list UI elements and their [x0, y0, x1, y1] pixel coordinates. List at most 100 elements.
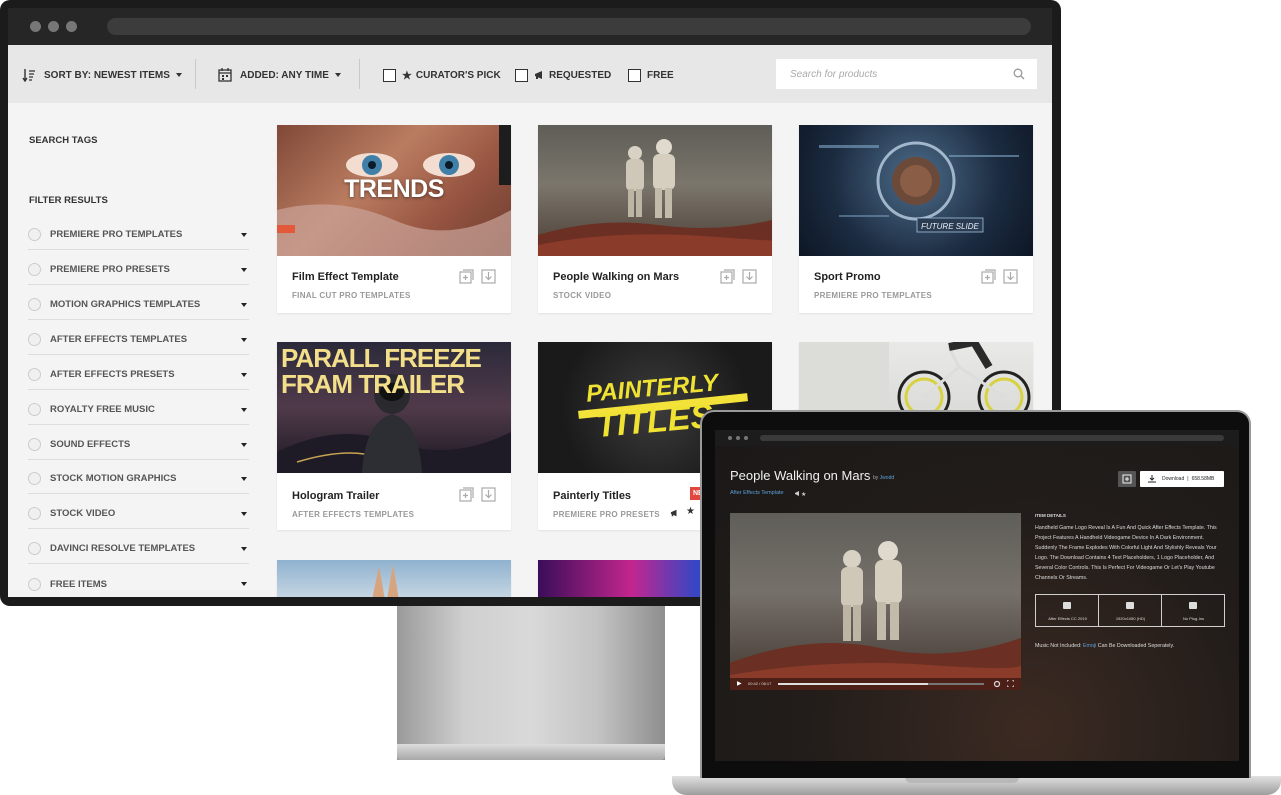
caret-down-icon[interactable] [241, 338, 247, 342]
radio-button[interactable] [28, 228, 41, 241]
window-close-dot[interactable] [728, 436, 732, 440]
video-progress-track[interactable] [778, 683, 984, 685]
play-icon[interactable]: ▶ [737, 680, 742, 687]
product-card-people-walking-mars[interactable]: People Walking on Mars STOCK VIDEO [538, 125, 772, 313]
download-icon[interactable] [481, 269, 496, 284]
add-to-collection-icon[interactable] [981, 269, 996, 284]
category-link[interactable]: After Effects Template [730, 490, 784, 496]
radio-button[interactable] [28, 507, 41, 520]
caret-down-icon[interactable] [241, 477, 247, 481]
caret-down-icon[interactable] [241, 443, 247, 447]
curators-pick-checkbox[interactable]: ★ CURATOR'S PICK [383, 67, 501, 83]
thumbnail-future-slide[interactable]: FUTURE SLIDE [799, 125, 1033, 256]
product-card-hologram-trailer[interactable]: PARALL FREEZE FRAM TRAILER Hologram Trai… [277, 342, 511, 530]
toolbar-divider [195, 59, 196, 89]
spec-software: After Effects CC 2019 [1036, 595, 1099, 626]
card-title[interactable]: People Walking on Mars [553, 271, 679, 283]
card-category[interactable]: PREMIERE PRO PRESETS [553, 510, 660, 519]
video-player[interactable]: ▶ 00:42 / 06:17 [730, 513, 1021, 690]
card-category[interactable]: FINAL CUT PRO TEMPLATES [292, 291, 411, 300]
browser-url-bar[interactable] [107, 18, 1031, 35]
filter-premiere-pro-presets[interactable]: PREMIERE PRO PRESETS [28, 255, 249, 285]
caret-down-icon[interactable] [241, 408, 247, 412]
sort-icon [22, 69, 35, 82]
download-icon[interactable] [481, 487, 496, 502]
search-icon[interactable] [1013, 68, 1025, 80]
raised-hands-illustration [372, 564, 399, 597]
download-icon[interactable] [1003, 269, 1018, 284]
star-icon: ★ [402, 69, 412, 82]
checkbox-box[interactable] [515, 68, 528, 82]
add-to-collection-icon[interactable] [459, 269, 474, 284]
sort-dropdown[interactable]: SORT BY: NEWEST ITEMS [22, 67, 182, 83]
add-to-collection-icon[interactable] [459, 487, 474, 502]
caret-down-icon[interactable] [241, 233, 247, 237]
free-checkbox[interactable]: FREE [628, 67, 674, 83]
laptop-url-bar[interactable] [760, 435, 1224, 441]
filter-sound-effects[interactable]: SOUND EFFECTS [28, 430, 249, 460]
radio-button[interactable] [28, 577, 41, 591]
card-category[interactable]: AFTER EFFECTS TEMPLATES [292, 510, 414, 519]
add-to-collection-icon[interactable] [720, 269, 735, 284]
search-box [776, 59, 1037, 89]
checkbox-box[interactable] [628, 68, 641, 82]
checkbox-box[interactable] [383, 68, 396, 82]
radio-button[interactable] [28, 298, 41, 311]
filter-label: SOUND EFFECTS [50, 439, 131, 450]
product-card-film-effect[interactable]: TRENDS Film Effect Template FINAL CUT PR… [277, 125, 511, 313]
settings-icon[interactable] [993, 680, 1001, 688]
window-minimize-dot[interactable] [736, 436, 740, 440]
music-suffix: Can Be Downloaded Seperately. [1097, 643, 1175, 649]
thumbnail-parallax-freeze[interactable]: PARALL FREEZE FRAM TRAILER [277, 342, 511, 473]
filter-free-items[interactable]: FREE ITEMS [28, 569, 249, 597]
thumbnail-trends[interactable]: TRENDS [277, 125, 511, 256]
caret-down-icon[interactable] [241, 547, 247, 551]
add-to-collection-button[interactable] [1118, 471, 1136, 487]
radio-button[interactable] [28, 438, 41, 451]
window-maximize-dot[interactable] [66, 21, 77, 32]
thumbnail-raised-hands[interactable] [277, 560, 511, 597]
product-card-row3-first[interactable] [277, 560, 511, 597]
card-category[interactable]: PREMIERE PRO TEMPLATES [814, 291, 932, 300]
download-icon[interactable] [742, 269, 757, 284]
radio-button[interactable] [28, 333, 41, 346]
download-divider: | [1187, 476, 1189, 482]
radio-button[interactable] [28, 472, 41, 485]
filter-after-effects-presets[interactable]: AFTER EFFECTS PRESETS [28, 360, 249, 390]
download-button[interactable]: Download | 658.58MB [1140, 471, 1224, 487]
window-maximize-dot[interactable] [744, 436, 748, 440]
caret-down-icon[interactable] [241, 303, 247, 307]
card-title[interactable]: Hologram Trailer [292, 490, 379, 502]
thumbnail-astronauts[interactable] [538, 125, 772, 256]
radio-button[interactable] [28, 403, 41, 416]
video-time: 00:42 / 06:17 [748, 681, 772, 686]
fullscreen-icon[interactable] [1007, 680, 1014, 687]
window-minimize-dot[interactable] [48, 21, 59, 32]
card-title[interactable]: Painterly Titles [553, 490, 631, 502]
caret-down-icon[interactable] [241, 373, 247, 377]
download-icon [1148, 475, 1156, 483]
card-category[interactable]: STOCK VIDEO [553, 291, 611, 300]
filter-stock-video[interactable]: STOCK VIDEO [28, 499, 249, 529]
author-link[interactable]: Jwodd [880, 475, 894, 481]
caret-down-icon[interactable] [241, 582, 247, 586]
added-time-dropdown[interactable]: ADDED: ANY TIME [218, 67, 341, 83]
search-input[interactable] [776, 59, 1006, 89]
card-title[interactable]: Sport Promo [814, 271, 881, 283]
window-close-dot[interactable] [30, 21, 41, 32]
filter-davinci-resolve-templates[interactable]: DAVINCI RESOLVE TEMPLATES [28, 534, 249, 564]
card-title[interactable]: Film Effect Template [292, 271, 399, 283]
caret-down-icon[interactable] [241, 512, 247, 516]
radio-button[interactable] [28, 542, 41, 555]
filter-after-effects-templates[interactable]: AFTER EFFECTS TEMPLATES [28, 325, 249, 355]
music-link[interactable]: Emoji [1083, 643, 1096, 649]
filter-premiere-pro-templates[interactable]: PREMIERE PRO TEMPLATES [28, 220, 249, 250]
product-card-sport-promo[interactable]: FUTURE SLIDE Sport Promo PREMIERE PRO TE… [799, 125, 1033, 313]
requested-checkbox[interactable]: REQUESTED [515, 67, 611, 83]
radio-button[interactable] [28, 263, 41, 276]
caret-down-icon[interactable] [241, 268, 247, 272]
filter-royalty-free-music[interactable]: ROYALTY FREE MUSIC [28, 395, 249, 425]
filter-motion-graphics-templates[interactable]: MOTION GRAPHICS TEMPLATES [28, 290, 249, 320]
radio-button[interactable] [28, 368, 41, 381]
filter-stock-motion-graphics[interactable]: STOCK MOTION GRAPHICS [28, 464, 249, 494]
